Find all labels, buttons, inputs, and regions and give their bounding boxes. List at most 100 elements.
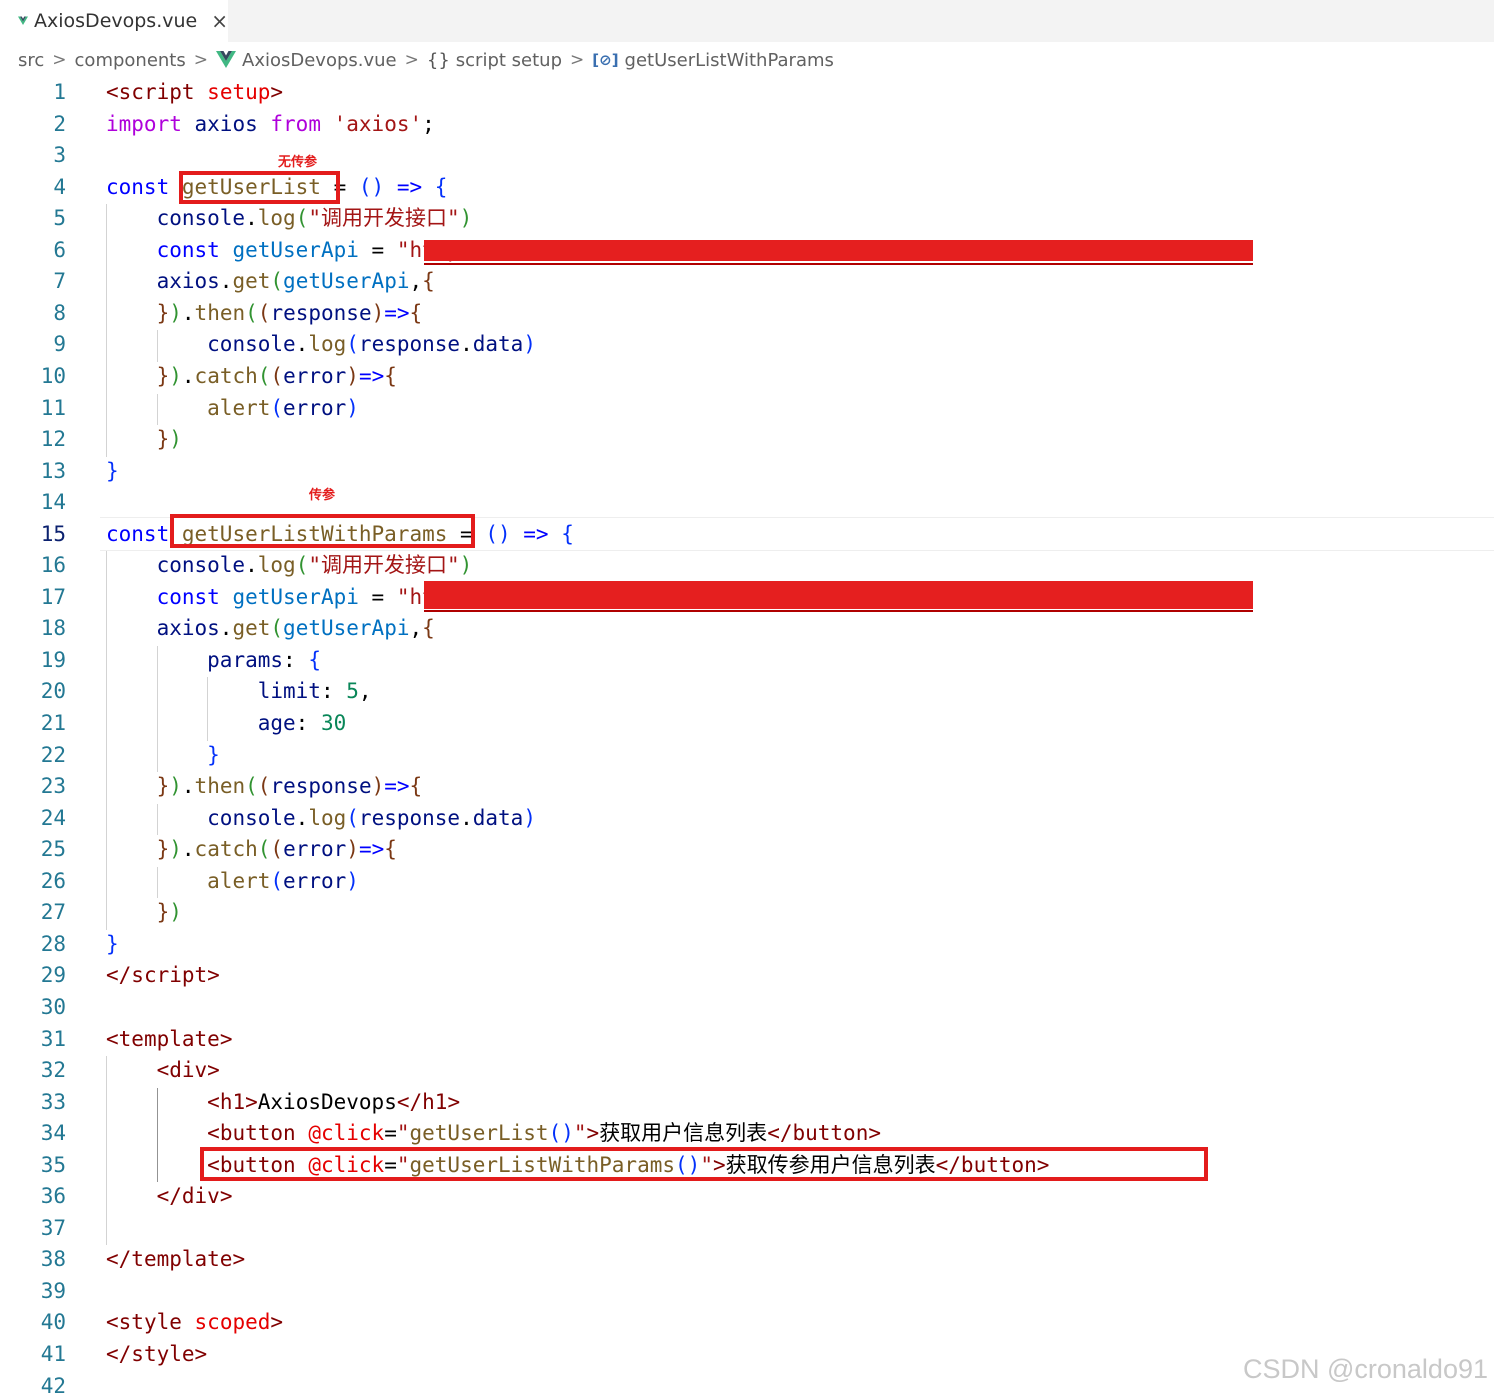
code-token: > (219, 1027, 233, 1051)
code-line[interactable]: console.log("调用开发接口") (106, 551, 473, 579)
code-token: } (156, 301, 170, 325)
code-token: ( (257, 774, 271, 798)
code-line[interactable]: }) (106, 425, 182, 453)
code-line[interactable]: </template> (106, 1245, 245, 1273)
code-line[interactable]: params: { (106, 646, 321, 674)
code-token: const (106, 175, 170, 199)
code-line[interactable]: import axios from 'axios'; (106, 110, 435, 138)
code-line[interactable]: }).then((response)=>{ (106, 772, 423, 800)
code-token: const (156, 585, 220, 609)
code-line[interactable]: }).then((response)=>{ (106, 299, 423, 327)
code-token: ) (346, 869, 359, 893)
code-token: get (232, 269, 271, 293)
code-line[interactable]: <h1>AxiosDevops</h1> (106, 1088, 460, 1116)
code-token: , (358, 679, 372, 703)
highlight-box-getuserlistwithparams (170, 514, 475, 548)
redacted-url (424, 581, 1253, 609)
code-token: log (308, 332, 347, 356)
code-token: response (358, 332, 461, 356)
code-line[interactable]: <style scoped> (106, 1308, 283, 1336)
line-number: 6 (53, 238, 66, 262)
code-line[interactable]: </script> (106, 961, 220, 989)
code-token: script (131, 963, 208, 987)
code-token: < (106, 80, 119, 104)
code-token: () (485, 522, 511, 546)
code-token: } (156, 774, 170, 798)
code-token: < (156, 1058, 170, 1082)
line-number: 38 (40, 1247, 66, 1271)
line-number: 13 (40, 459, 66, 483)
code-line[interactable]: }).catch((error)=>{ (106, 835, 397, 863)
code-token: } (156, 837, 170, 861)
code-token: template (131, 1247, 233, 1271)
line-number: 26 (40, 869, 66, 893)
code-token: 5 (346, 679, 359, 703)
code-token: button (792, 1121, 869, 1145)
code-token: = (358, 585, 397, 609)
code-token: = (358, 238, 397, 262)
code-line[interactable]: <template> (106, 1025, 232, 1053)
code-line[interactable]: } (106, 930, 119, 958)
code-token: params (207, 648, 284, 672)
code-line[interactable]: <script setup> (106, 78, 283, 106)
code-token: ( (270, 396, 284, 420)
code-line[interactable]: age: 30 (106, 709, 347, 737)
line-number: 23 (40, 774, 66, 798)
code-token: axios (156, 269, 220, 293)
code-line[interactable]: </style> (106, 1340, 207, 1368)
code-line[interactable]: limit: 5, (106, 677, 372, 705)
code-line[interactable]: } (106, 457, 119, 485)
code-line[interactable]: alert(error) (106, 394, 359, 422)
code-token: ) (169, 427, 182, 451)
code-token: () (358, 175, 385, 199)
code-line[interactable]: console.log(response.data) (106, 804, 536, 832)
code-editor[interactable]: 1 2 3 4 5 6 7 8 9 10 11 12 13 14 15 16 17 18 19 20 21 22 23 24 2… (0, 0, 1494, 1398)
line-number: 37 (40, 1216, 66, 1240)
line-number: 19 (40, 648, 66, 672)
code-token: log (257, 553, 296, 577)
code-token: > (270, 80, 284, 104)
code-token: : (320, 679, 347, 703)
code-token: : (295, 711, 321, 735)
code-token: log (257, 206, 296, 230)
code-token: ) (523, 806, 536, 830)
code-token: > (219, 1184, 233, 1208)
code-line[interactable]: axios.get(getUserApi,{ (106, 267, 435, 295)
code-token: { (434, 175, 448, 199)
code-token: " (573, 1121, 587, 1145)
code-token: getUserList (409, 1121, 549, 1145)
code-token: ( (270, 364, 284, 388)
code-token: error (283, 396, 347, 420)
code-token: ) (371, 301, 385, 325)
code-token: data (472, 806, 524, 830)
code-token: < (106, 1310, 119, 1334)
code-token: , (409, 616, 423, 640)
code-token: @click (308, 1121, 385, 1145)
code-line[interactable]: axios.get(getUserApi,{ (106, 614, 435, 642)
code-token: . (181, 301, 195, 325)
code-line[interactable]: } (106, 741, 220, 769)
line-number: 32 (40, 1058, 66, 1082)
highlight-box-getuserlist (179, 171, 340, 204)
code-line[interactable]: }).catch((error)=>{ (106, 362, 397, 390)
code-line[interactable]: alert(error) (106, 867, 359, 895)
code-token: => (396, 175, 423, 199)
code-line[interactable]: </div> (106, 1182, 233, 1210)
code-line[interactable]: console.log("调用开发接口") (106, 204, 473, 232)
code-token: setup (207, 80, 271, 104)
code-line[interactable]: <button @click="getUserList()">获取用户信息列表<… (106, 1119, 881, 1147)
code-token: 'axios' (333, 112, 423, 136)
code-line[interactable]: }) (106, 898, 182, 926)
code-line[interactable]: console.log(response.data) (106, 330, 536, 358)
highlight-box-button-with-params (200, 1147, 1208, 1181)
line-number: 42 (40, 1374, 66, 1398)
code-line[interactable]: <div> (106, 1056, 220, 1084)
